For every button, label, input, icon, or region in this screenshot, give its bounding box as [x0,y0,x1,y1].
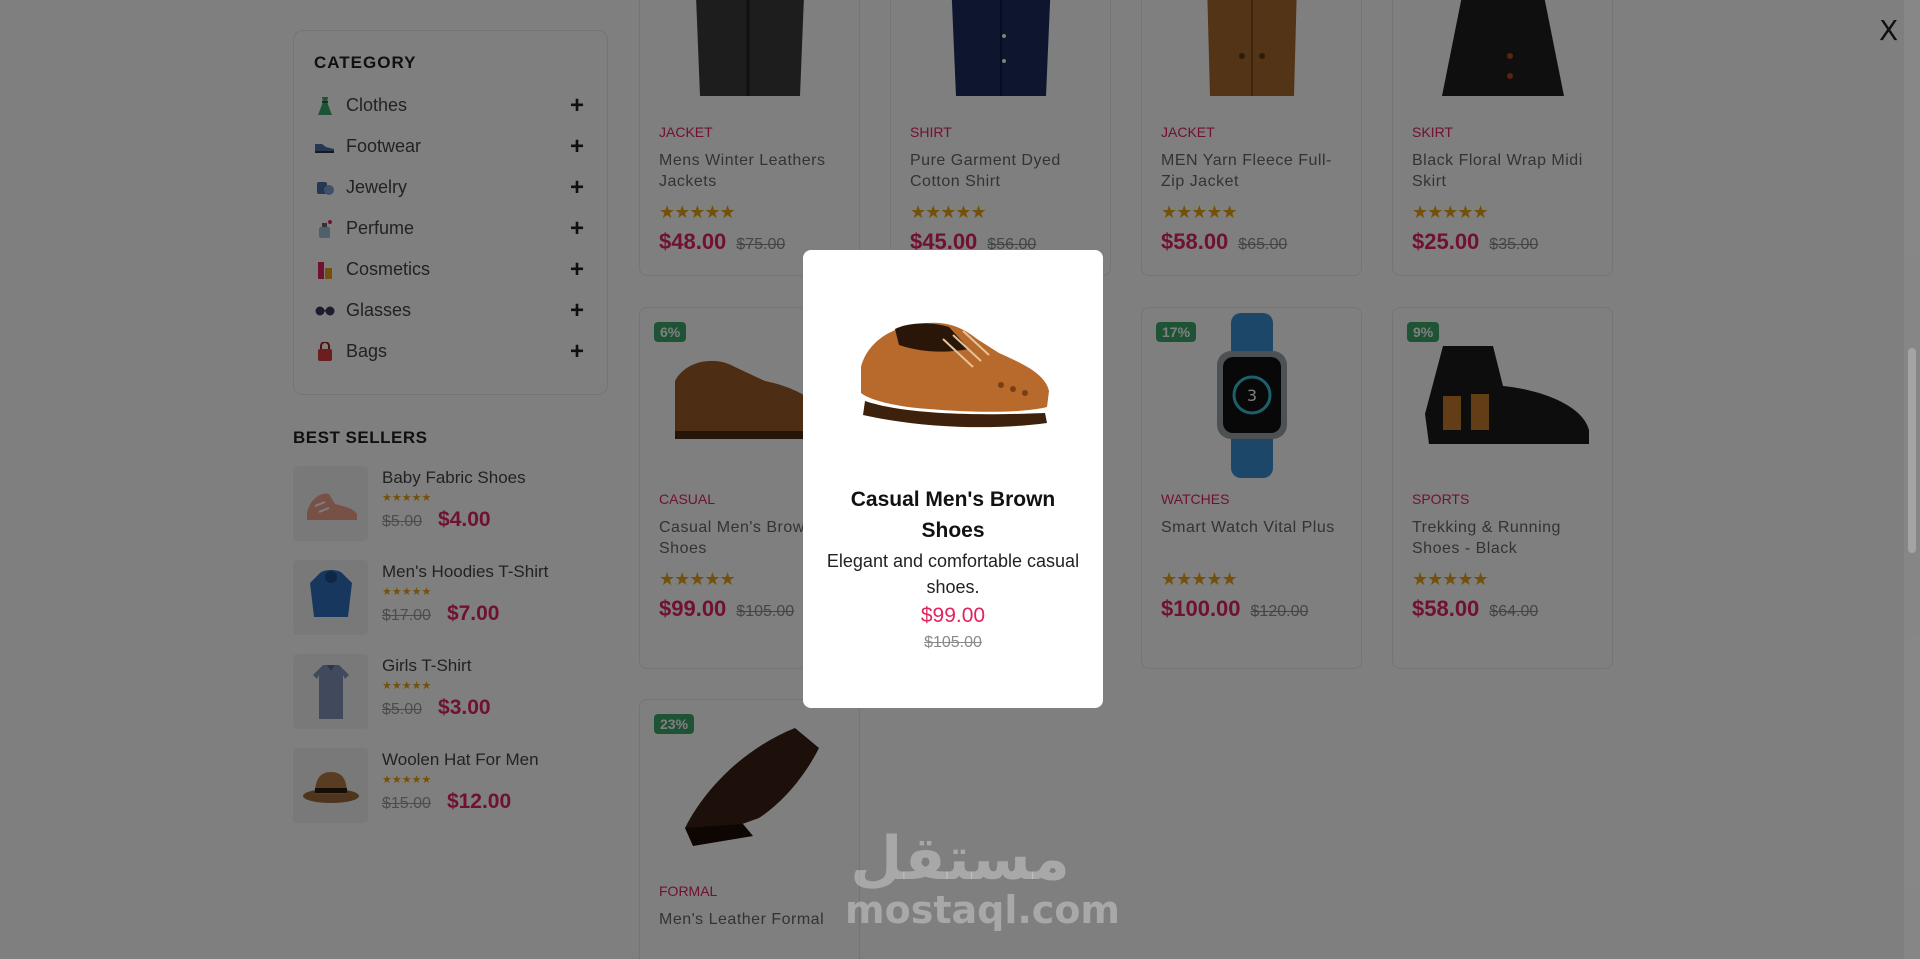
product-modal: Casual Men's Brown Shoes Elegant and com… [803,250,1103,708]
watermark-arabic: مستقل [850,824,1070,894]
modal-product-image [803,250,1103,478]
scrollbar-thumb[interactable] [1908,348,1916,553]
modal-title: Casual Men's Brown Shoes [850,488,1056,542]
modal-price: $99.00 [920,604,986,627]
close-button[interactable]: X [1879,14,1898,47]
watermark-latin: mostaql.com [845,888,1121,932]
watermark: مستقل mostaql.com [845,824,1121,932]
modal-old-price: $105.00 [924,634,982,651]
modal-description: Elegant and comfortable casual shoes. [826,551,1080,597]
